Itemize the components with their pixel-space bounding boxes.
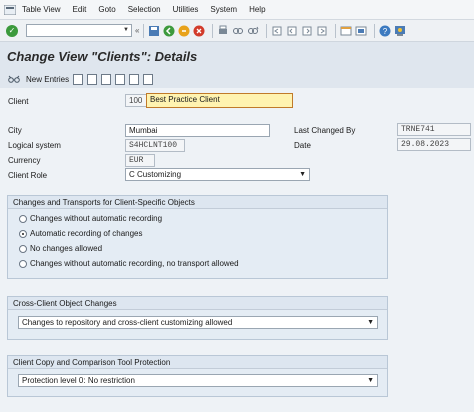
radio-automatic-recording[interactable]: Automatic recording of changes (19, 229, 143, 238)
print-icon[interactable] (217, 25, 229, 37)
city-label: City (8, 126, 22, 135)
delete-icon[interactable] (87, 73, 98, 85)
deselect-all-icon[interactable] (143, 73, 154, 85)
radio-label: Automatic recording of changes (30, 229, 143, 238)
previous-page-icon[interactable] (286, 25, 298, 37)
menu-selection[interactable]: Selection (128, 5, 161, 14)
city-field[interactable]: Mumbai (125, 124, 270, 137)
menu-utilities[interactable]: Utilities (173, 5, 199, 14)
changes-transports-group: Changes and Transports for Client-Specif… (7, 195, 388, 279)
back-icon[interactable] (163, 25, 175, 37)
client-copy-protection-title: Client Copy and Comparison Tool Protecti… (8, 356, 387, 369)
undo-change-icon[interactable] (101, 73, 112, 85)
new-session-icon[interactable] (340, 25, 352, 37)
client-label: Client (8, 97, 29, 106)
menu-goto[interactable]: Goto (98, 5, 115, 14)
shortcut-icon[interactable] (355, 25, 367, 37)
page-title: Change View "Clients": Details (7, 49, 198, 64)
client-role-value: C Customizing (129, 170, 182, 179)
logical-system-label: Logical system (8, 141, 61, 150)
radio-changes-without-recording[interactable]: Changes without automatic recording (19, 214, 162, 223)
toolbar-separator (266, 23, 268, 38)
changes-transports-title: Changes and Transports for Client-Specif… (8, 196, 387, 209)
client-name-field[interactable]: Best Practice Client (146, 93, 293, 108)
dropdown-arrow-icon[interactable]: ▼ (299, 169, 306, 180)
client-copy-protection-group: Client Copy and Comparison Tool Protecti… (7, 355, 388, 397)
radio-label: No changes allowed (30, 244, 103, 253)
svg-text:?: ? (383, 27, 388, 36)
last-changed-by-field: TRNE741 (397, 123, 471, 136)
application-toolbar: New Entries (0, 70, 474, 88)
copy-as-icon[interactable] (73, 73, 84, 85)
first-page-icon[interactable] (271, 25, 283, 37)
client-role-select[interactable]: C Customizing ▼ (125, 168, 310, 181)
title-bar: Change View "Clients": Details (0, 43, 474, 70)
cancel-icon[interactable] (193, 25, 205, 37)
radio-label: Changes without automatic recording (30, 214, 163, 223)
chevron-down-icon[interactable]: ▼ (121, 25, 131, 36)
radio-button[interactable] (19, 214, 27, 223)
save-icon[interactable] (148, 25, 160, 37)
standard-toolbar: ✓ ▼ « ? (0, 20, 474, 42)
select-all-icon[interactable] (115, 73, 126, 85)
radio-button[interactable] (19, 259, 27, 268)
currency-field: EUR (125, 154, 155, 167)
menu-system[interactable]: System (210, 5, 237, 14)
toolbar-separator (374, 23, 376, 38)
exit-icon[interactable] (178, 25, 190, 37)
help-icon[interactable]: ? (379, 25, 391, 37)
find-next-icon[interactable] (247, 25, 259, 37)
cross-client-value: Changes to repository and cross-client c… (22, 318, 233, 327)
sap-menu-icon[interactable] (4, 4, 16, 15)
radio-button-selected[interactable] (19, 229, 27, 238)
logical-system-field: S4HCLNT100 (125, 139, 185, 152)
client-number-field: 100 (125, 94, 147, 107)
last-changed-by-label: Last Changed By (294, 126, 356, 135)
cross-client-title: Cross-Client Object Changes (8, 297, 387, 310)
main-content: Client 100 Best Practice Client City Mum… (0, 88, 474, 412)
menu-help[interactable]: Help (249, 5, 265, 14)
new-entries-button[interactable]: New Entries (26, 75, 69, 84)
collapse-icon[interactable]: « (135, 26, 139, 35)
dropdown-arrow-icon[interactable]: ▼ (367, 317, 374, 328)
cross-client-group: Cross-Client Object Changes Changes to r… (7, 296, 388, 340)
radio-no-changes[interactable]: No changes allowed (19, 244, 102, 253)
find-icon[interactable] (232, 25, 244, 37)
date-label: Date (294, 141, 311, 150)
radio-no-transport[interactable]: Changes without automatic recording, no … (19, 259, 239, 268)
last-page-icon[interactable] (316, 25, 328, 37)
dropdown-arrow-icon[interactable]: ▼ (367, 375, 374, 386)
cross-client-select[interactable]: Changes to repository and cross-client c… (18, 316, 378, 329)
radio-button[interactable] (19, 244, 27, 253)
menu-bar: Table View Edit Goto Selection Utilities… (0, 0, 474, 20)
command-field[interactable]: ▼ (26, 24, 132, 37)
menu-edit[interactable]: Edit (73, 5, 87, 14)
currency-label: Currency (8, 156, 41, 165)
client-copy-protection-select[interactable]: Protection level 0: No restriction ▼ (18, 374, 378, 387)
toolbar-separator (212, 23, 214, 38)
toolbar-separator (335, 23, 337, 38)
next-page-icon[interactable] (301, 25, 313, 37)
customize-layout-icon[interactable] (394, 25, 406, 37)
radio-label: Changes without automatic recording, no … (30, 259, 239, 268)
select-block-icon[interactable] (129, 73, 140, 85)
display-change-icon[interactable] (8, 74, 20, 84)
toolbar-separator (143, 23, 145, 38)
enter-check-icon[interactable]: ✓ (6, 24, 18, 37)
date-field: 29.08.2023 (397, 138, 471, 151)
menu-table-view[interactable]: Table View (22, 5, 61, 14)
client-role-label: Client Role (8, 171, 48, 180)
client-copy-protection-value: Protection level 0: No restriction (22, 376, 135, 385)
